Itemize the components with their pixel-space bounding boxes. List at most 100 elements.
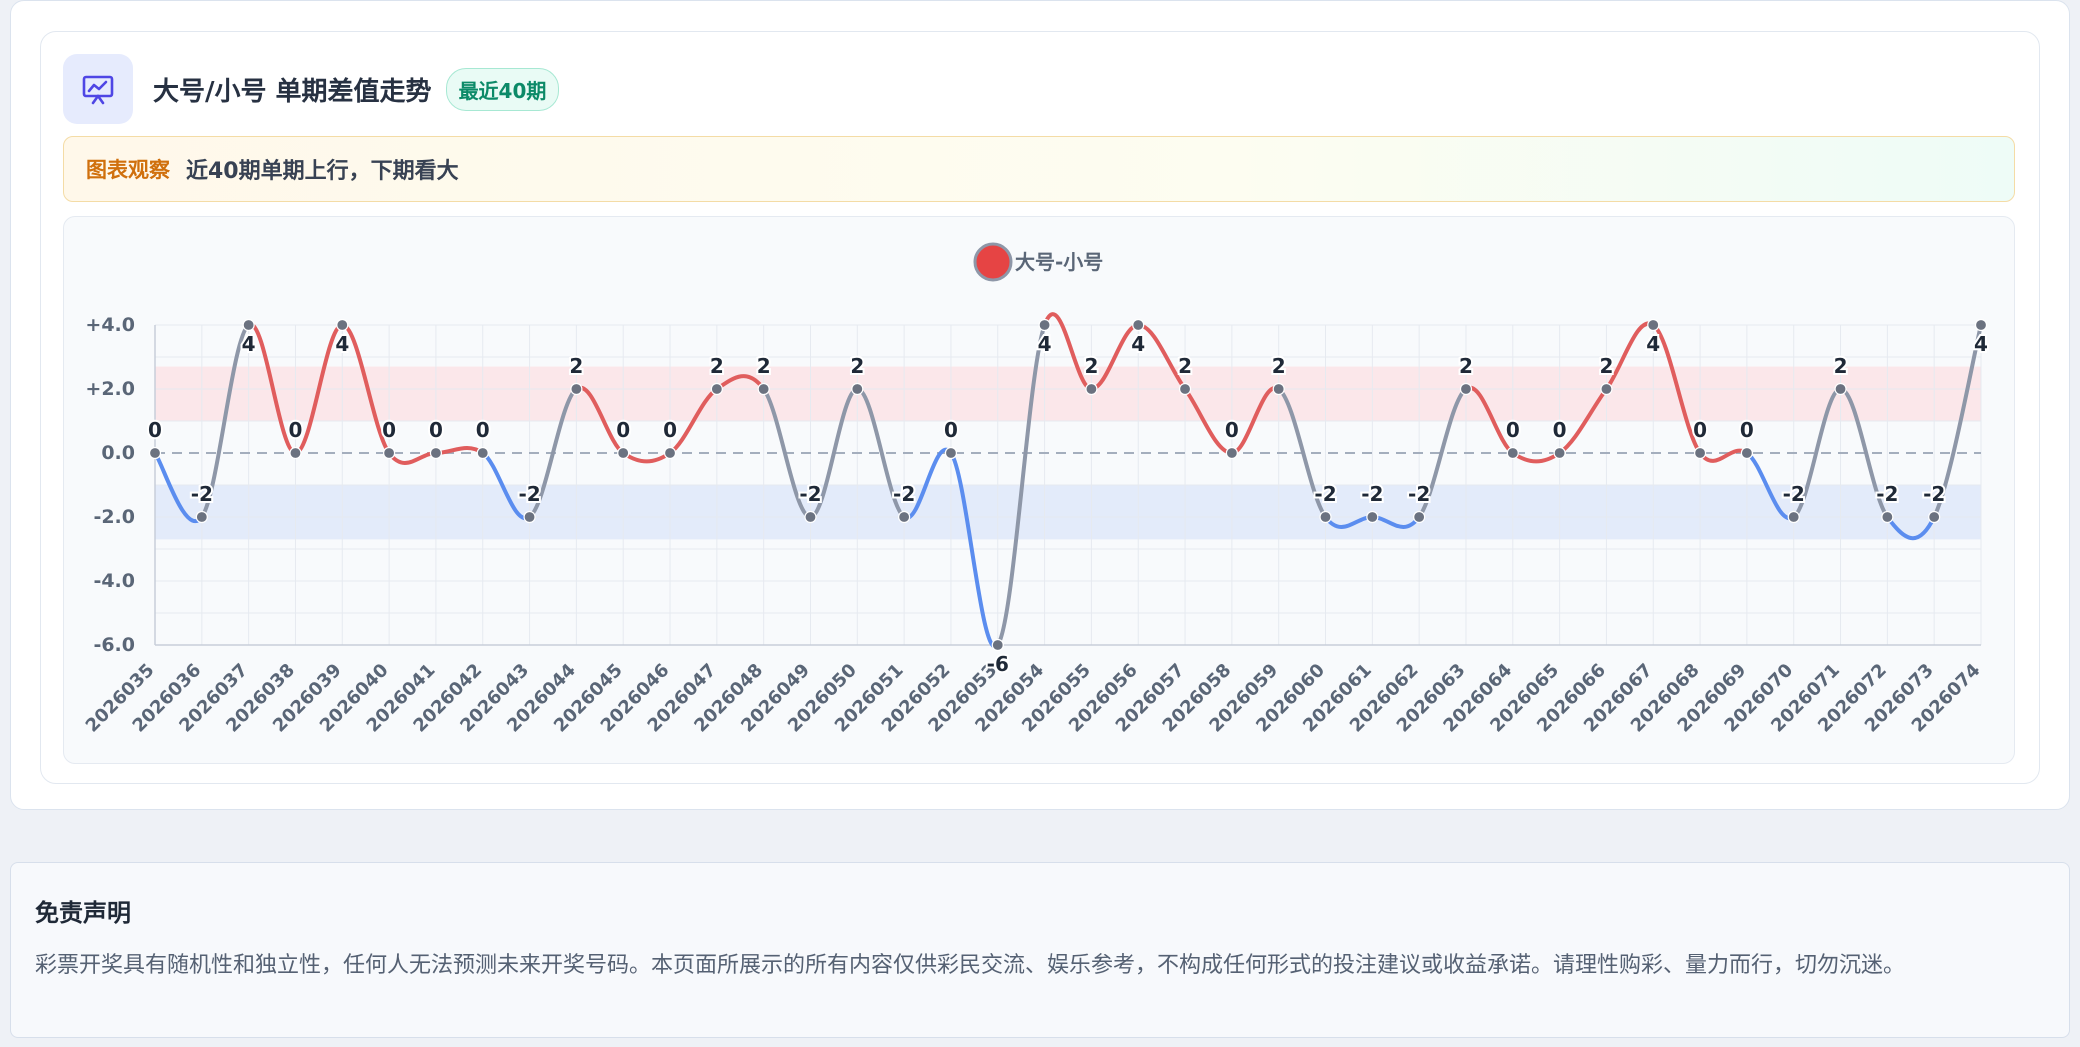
data-label: 2	[1459, 354, 1473, 378]
data-point	[148, 446, 162, 460]
data-label: 4	[1131, 332, 1145, 356]
panel-header: 大号/小号 单期差值走势 最近40期	[63, 54, 560, 124]
data-label: -2	[518, 482, 540, 506]
data-label: 2	[757, 354, 771, 378]
data-point	[1132, 318, 1145, 332]
series-line-segment	[387, 451, 438, 465]
data-label: 0	[148, 418, 162, 442]
y-tick-label: 0.0	[101, 442, 135, 464]
data-point	[944, 446, 958, 460]
data-point	[1225, 446, 1238, 460]
data-label: -2	[1408, 482, 1430, 506]
data-label: 0	[944, 418, 958, 442]
data-label: 0	[289, 418, 303, 442]
data-point	[570, 382, 583, 396]
data-point	[1834, 382, 1847, 396]
data-point	[1319, 510, 1332, 524]
data-label: 0	[429, 418, 443, 442]
data-label: 0	[616, 418, 630, 442]
y-tick-label: +4.0	[85, 314, 135, 336]
data-point	[1178, 382, 1192, 396]
data-label: 2	[1599, 354, 1613, 378]
data-label: 0	[476, 418, 490, 442]
series-line-segment	[621, 451, 673, 464]
data-label: -2	[1361, 482, 1383, 506]
positive-band	[155, 366, 1981, 421]
data-label: 0	[663, 418, 677, 442]
data-point	[242, 318, 255, 332]
data-point	[336, 318, 349, 332]
data-point	[804, 510, 817, 524]
data-point	[1974, 318, 1988, 332]
data-label: 0	[1693, 418, 1707, 442]
data-label: 0	[1553, 418, 1567, 442]
series-line-segment	[948, 451, 1000, 649]
data-label: 0	[382, 418, 396, 442]
panel-title: 大号/小号 单期差值走势	[153, 76, 432, 107]
y-tick-label: +2.0	[85, 378, 135, 400]
data-point	[1881, 510, 1894, 524]
data-point	[429, 446, 443, 460]
data-point	[1693, 446, 1707, 460]
legend: 大号-小号	[973, 242, 1103, 282]
data-point	[1366, 510, 1379, 524]
data-point	[1553, 446, 1566, 460]
data-point	[757, 382, 770, 396]
data-label: 2	[569, 354, 583, 378]
data-point	[617, 446, 630, 460]
data-point	[1413, 510, 1426, 524]
data-point	[476, 446, 489, 460]
data-label: -2	[191, 482, 213, 506]
data-point	[1038, 318, 1051, 332]
data-point	[1740, 446, 1753, 460]
data-point	[1647, 318, 1660, 332]
disclaimer-panel: 免责声明 彩票开奖具有随机性和独立性，任何人无法预测未来开奖号码。本页面所展示的…	[10, 862, 2070, 1038]
period-badge: 最近40期	[445, 67, 560, 111]
data-point	[1506, 446, 1519, 460]
negative-band	[155, 485, 1981, 540]
data-point	[523, 510, 536, 524]
data-label: -2	[1783, 482, 1805, 506]
y-tick-label: -4.0	[93, 570, 135, 592]
data-label: 2	[1272, 354, 1286, 378]
legend-marker	[973, 242, 1013, 282]
data-label: 0	[1740, 418, 1754, 442]
data-label: 2	[1178, 354, 1192, 378]
y-tick-label: -2.0	[93, 506, 135, 528]
disclaimer-text: 彩票开奖具有随机性和独立性，任何人无法预测未来开奖号码。本页面所展示的所有内容仅…	[35, 953, 1906, 978]
chart-section-card: 大号/小号 单期差值走势 最近40期 图表观察 近40期单期上行，下期看大 +4…	[10, 0, 2070, 810]
data-point	[851, 382, 864, 396]
data-point	[383, 446, 396, 460]
disclaimer-title: 免责声明	[35, 899, 131, 927]
observation-banner: 图表观察 近40期单期上行，下期看大	[63, 136, 2015, 202]
data-label: 0	[1225, 418, 1239, 442]
data-point	[663, 446, 677, 460]
data-point	[1085, 382, 1098, 396]
data-point	[898, 510, 911, 524]
legend-label: 大号-小号	[1015, 250, 1103, 274]
data-label: 4	[1974, 332, 1988, 356]
data-point	[195, 510, 208, 524]
data-label: -2	[1876, 482, 1898, 506]
observation-text: 近40期单期上行，下期看大	[186, 159, 459, 184]
data-point	[1600, 382, 1613, 396]
chart-presentation-icon	[63, 54, 133, 124]
data-point	[991, 638, 1004, 652]
data-label: -6	[987, 652, 1009, 676]
data-point	[1272, 382, 1285, 396]
data-point	[289, 446, 302, 460]
data-point	[1459, 382, 1473, 396]
data-label: 4	[335, 332, 349, 356]
data-label: 4	[242, 332, 256, 356]
data-label: 2	[850, 354, 864, 378]
chart-area: +4.0 +2.0 0.0 -2.0 -4.0 -6.0 2026035 2026036 202…	[63, 216, 2015, 764]
chart-panel: 大号/小号 单期差值走势 最近40期 图表观察 近40期单期上行，下期看大 +4…	[40, 31, 2040, 784]
series-line-segment	[1510, 451, 1562, 464]
data-label: -2	[799, 482, 821, 506]
data-label: -2	[1314, 482, 1336, 506]
data-label: 4	[1038, 332, 1052, 356]
observation-label: 图表观察	[86, 158, 170, 182]
data-label: 2	[710, 354, 724, 378]
series-line-segment	[433, 446, 485, 455]
data-label: 0	[1506, 418, 1520, 442]
